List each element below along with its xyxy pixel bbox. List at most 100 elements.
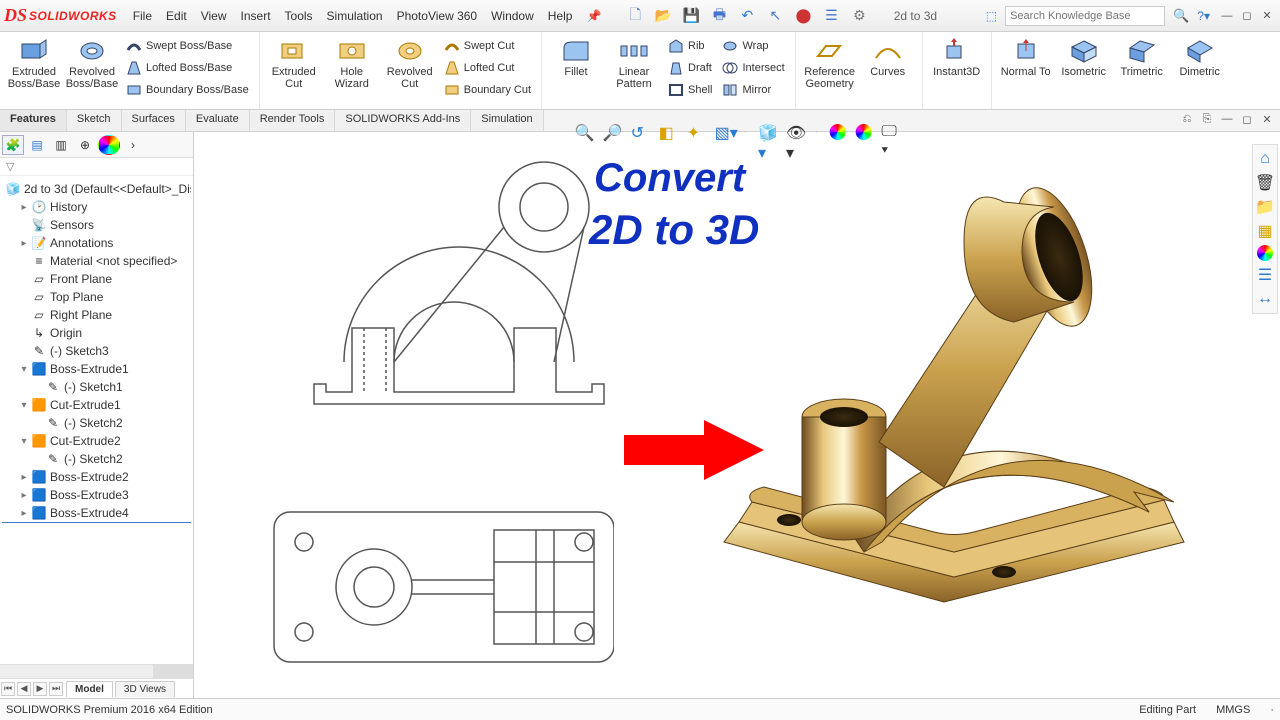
- dimxpert-tab-icon[interactable]: ⊕: [74, 135, 96, 155]
- doc-minimize-button[interactable]: —: [1218, 112, 1236, 126]
- tree-item[interactable]: ✎(-) Sketch1: [2, 378, 191, 396]
- help-icon[interactable]: ?▾: [1197, 9, 1210, 23]
- minimize-button[interactable]: —: [1218, 9, 1236, 23]
- tree-twisty-icon[interactable]: ▾: [20, 436, 28, 447]
- menu-edit[interactable]: Edit: [160, 7, 193, 25]
- tab-render-tools[interactable]: Render Tools: [250, 110, 336, 131]
- new-doc-icon[interactable]: 🗋: [625, 6, 645, 26]
- view-palette-icon[interactable]: ▦: [1255, 221, 1275, 241]
- menu-file[interactable]: File: [127, 7, 158, 25]
- linear-pattern-button[interactable]: Linear Pattern: [608, 36, 660, 90]
- display-mgr-tab-icon[interactable]: [98, 135, 120, 155]
- tab-3dviews[interactable]: 3D Views: [115, 681, 175, 697]
- status-more-icon[interactable]: ·: [1270, 704, 1274, 716]
- tree-item[interactable]: ✎(-) Sketch2: [2, 450, 191, 468]
- tree-item[interactable]: ▾🟧Cut-Extrude1: [2, 396, 191, 414]
- view-orient-icon[interactable]: ✦: [687, 123, 705, 141]
- feature-tree[interactable]: 🧊 2d to 3d (Default<<Default>_Dis ▸🕑Hist…: [0, 176, 193, 664]
- file-explorer-icon[interactable]: 📁: [1255, 197, 1275, 217]
- zoom-area-icon[interactable]: 🔎: [603, 123, 621, 141]
- tree-item[interactable]: ▸🟦Boss-Extrude3: [2, 486, 191, 504]
- doc-close-button[interactable]: ✕: [1258, 112, 1276, 126]
- save-icon[interactable]: 💾: [681, 6, 701, 26]
- tree-item[interactable]: 📡Sensors: [2, 216, 191, 234]
- view-settings-icon[interactable]: 🖵▾: [881, 123, 899, 141]
- fm-tree-tab-icon[interactable]: 🧩: [2, 135, 24, 155]
- dimetric-button[interactable]: Dimetric: [1174, 36, 1226, 78]
- edit-appearance-icon[interactable]: [855, 124, 871, 140]
- tree-twisty-icon[interactable]: ▾: [20, 400, 28, 411]
- tab-model[interactable]: Model: [66, 681, 113, 697]
- select-icon[interactable]: ↖: [765, 6, 785, 26]
- extruded-boss-button[interactable]: Extruded Boss/Base: [8, 36, 60, 90]
- tab-simulation[interactable]: Simulation: [471, 110, 543, 131]
- menu-insert[interactable]: Insert: [235, 7, 277, 25]
- ref-geometry-button[interactable]: Reference Geometry: [804, 36, 856, 90]
- revolved-boss-button[interactable]: Revolved Boss/Base: [66, 36, 118, 90]
- revolved-cut-button[interactable]: Revolved Cut: [384, 36, 436, 90]
- section-view-icon[interactable]: ◧: [659, 123, 677, 141]
- intersect-button[interactable]: Intersect: [720, 58, 786, 78]
- open-doc-icon[interactable]: 📂: [653, 6, 673, 26]
- tab-evaluate[interactable]: Evaluate: [186, 110, 250, 131]
- menu-pin-icon[interactable]: 📌: [580, 7, 607, 25]
- menu-view[interactable]: View: [195, 7, 233, 25]
- tab-features[interactable]: Features: [0, 110, 67, 131]
- menu-window[interactable]: Window: [485, 7, 540, 25]
- scene-icon[interactable]: 👁▾: [786, 123, 804, 141]
- fillet-button[interactable]: Fillet: [550, 36, 602, 78]
- nav-first-icon[interactable]: ⏮: [1, 682, 15, 696]
- nav-prev-icon[interactable]: ◀: [17, 682, 31, 696]
- tree-item[interactable]: ▸🕑History: [2, 198, 191, 216]
- draft-button[interactable]: Draft: [666, 58, 714, 78]
- undo-icon[interactable]: ↶: [737, 6, 757, 26]
- zoom-fit-icon[interactable]: 🔍: [575, 123, 593, 141]
- tree-item[interactable]: ▸📝Annotations: [2, 234, 191, 252]
- tree-twisty-icon[interactable]: ▸: [20, 508, 28, 519]
- boundary-cut-button[interactable]: Boundary Cut: [442, 80, 533, 100]
- close-button[interactable]: ✕: [1258, 9, 1276, 23]
- menu-simulation[interactable]: Simulation: [321, 7, 389, 25]
- options-icon[interactable]: ☰: [821, 6, 841, 26]
- appearances-icon[interactable]: [1257, 245, 1273, 261]
- tree-item[interactable]: ✎(-) Sketch3: [2, 342, 191, 360]
- status-units[interactable]: MMGS: [1216, 704, 1250, 716]
- appearance-icon[interactable]: [829, 124, 845, 140]
- tab-surfaces[interactable]: Surfaces: [122, 110, 186, 131]
- settings-icon[interactable]: ⚙: [849, 6, 869, 26]
- tree-item[interactable]: ▸🟦Boss-Extrude2: [2, 468, 191, 486]
- search-input[interactable]: [1005, 6, 1165, 26]
- tree-item[interactable]: ▸🟦Boss-Extrude4: [2, 504, 191, 522]
- extruded-cut-button[interactable]: Extruded Cut: [268, 36, 320, 90]
- swept-cut-button[interactable]: Swept Cut: [442, 36, 533, 56]
- isometric-button[interactable]: Isometric: [1058, 36, 1110, 78]
- home-icon[interactable]: ⌂: [1255, 149, 1275, 169]
- normal-to-button[interactable]: Normal To: [1000, 36, 1052, 78]
- lofted-cut-button[interactable]: Lofted Cut: [442, 58, 533, 78]
- doc-next-icon[interactable]: ⎘: [1198, 112, 1216, 126]
- menu-tools[interactable]: Tools: [279, 7, 319, 25]
- tree-root[interactable]: 🧊 2d to 3d (Default<<Default>_Dis: [2, 180, 191, 198]
- forum-icon[interactable]: ↔: [1255, 289, 1275, 309]
- wrap-button[interactable]: Wrap: [720, 36, 786, 56]
- hole-wizard-button[interactable]: Hole Wizard: [326, 36, 378, 90]
- doc-prev-icon[interactable]: ⎌: [1178, 112, 1196, 126]
- lofted-boss-button[interactable]: Lofted Boss/Base: [124, 58, 251, 78]
- restore-button[interactable]: ◻: [1238, 9, 1256, 23]
- tree-item[interactable]: ↳Origin: [2, 324, 191, 342]
- tree-item[interactable]: ▱Right Plane: [2, 306, 191, 324]
- search-icon[interactable]: 🔍: [1173, 8, 1189, 24]
- nav-next-icon[interactable]: ▶: [33, 682, 47, 696]
- trimetric-button[interactable]: Trimetric: [1116, 36, 1168, 78]
- tree-item[interactable]: ✎(-) Sketch2: [2, 414, 191, 432]
- rib-button[interactable]: Rib: [666, 36, 714, 56]
- tree-item[interactable]: ▱Front Plane: [2, 270, 191, 288]
- filter-icon[interactable]: ▽: [6, 160, 14, 173]
- tab-sketch[interactable]: Sketch: [67, 110, 122, 131]
- tree-item[interactable]: ≡Material <not specified>: [2, 252, 191, 270]
- shell-button[interactable]: Shell: [666, 80, 714, 100]
- menu-help[interactable]: Help: [542, 7, 579, 25]
- tree-twisty-icon[interactable]: ▾: [20, 364, 28, 375]
- tree-item[interactable]: ▱Top Plane: [2, 288, 191, 306]
- panel-expand-icon[interactable]: ›: [122, 135, 144, 155]
